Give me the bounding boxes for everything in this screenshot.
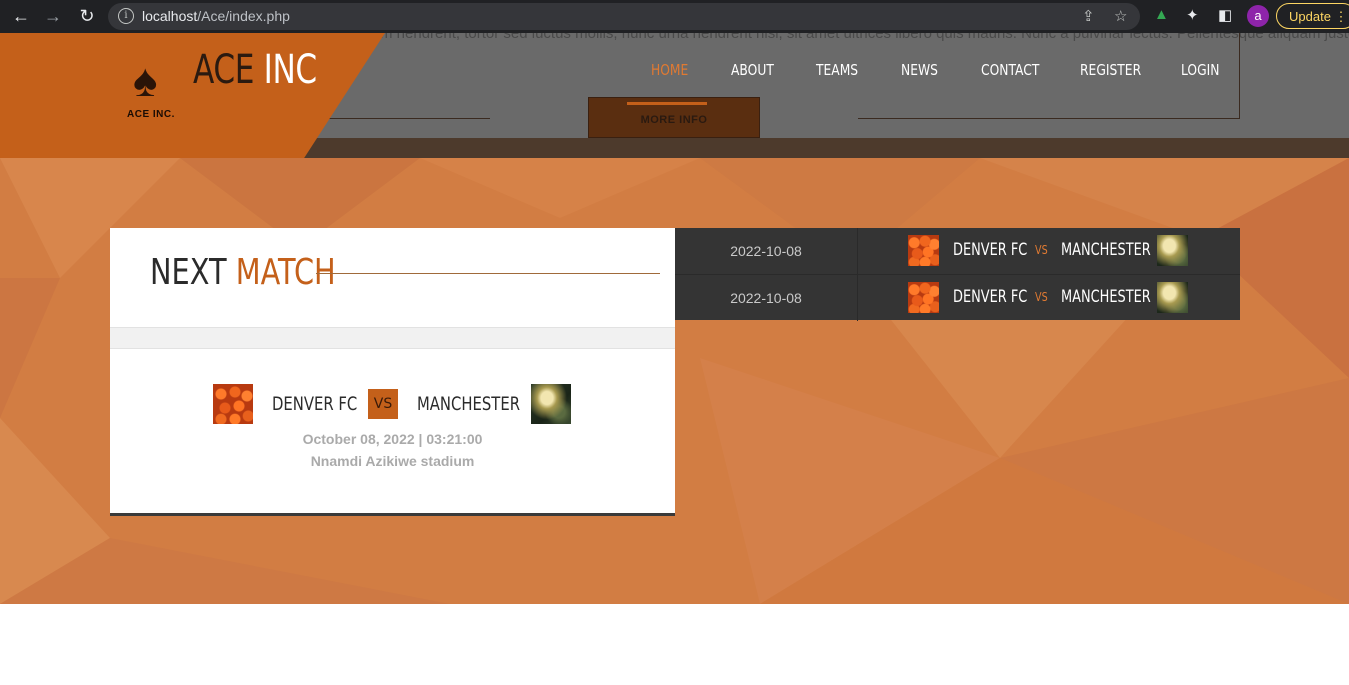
away-team-name: MANCHESTER <box>417 393 520 415</box>
match-section: NEXT MATCH DENVER FC VS MANCHESTER Octob… <box>0 158 1349 604</box>
home-team-logo <box>908 235 939 266</box>
nav-contact[interactable]: CONTACT <box>981 61 1039 79</box>
next-match-title: NEXT MATCH <box>150 252 336 293</box>
vs-label: VS <box>1035 290 1048 304</box>
result-date: 2022-10-08 <box>675 228 858 274</box>
url-text: localhost/Ace/index.php <box>142 8 290 24</box>
site-info-icon[interactable]: i <box>118 8 134 24</box>
home-team-name: DENVER FC <box>953 240 1028 260</box>
nav-home[interactable]: HOME <box>651 61 688 79</box>
away-team-logo <box>531 384 571 424</box>
forward-icon[interactable]: → <box>42 5 64 27</box>
results-table: 2022-10-08 DENVER FC VS MANCHESTER 2022-… <box>675 228 1240 321</box>
back-icon[interactable]: ← <box>10 5 32 27</box>
home-team-logo <box>213 384 253 424</box>
nav-login[interactable]: LOGIN <box>1181 61 1219 79</box>
share-icon[interactable]: ⇪ <box>1082 7 1095 25</box>
title-divider <box>316 273 660 274</box>
drive-extension-icon[interactable]: ▲ <box>1154 6 1169 23</box>
site-logo[interactable]: ♠ ACE INC. <box>127 55 185 125</box>
result-date: 2022-10-08 <box>675 275 858 321</box>
address-bar[interactable]: i localhost/Ace/index.php ⇪ ☆ <box>108 3 1140 30</box>
profile-avatar[interactable]: a <box>1247 5 1269 27</box>
spade-logo-icon: ♠ <box>133 54 158 106</box>
home-team-name: DENVER FC <box>953 287 1028 307</box>
result-row[interactable]: 2022-10-08 DENVER FC VS MANCHESTER <box>675 274 1240 321</box>
logo-caption: ACE INC. <box>127 109 175 120</box>
more-info-button[interactable]: MORE INFO <box>588 97 760 138</box>
nav-register[interactable]: REGISTER <box>1080 61 1141 79</box>
nav-teams[interactable]: TEAMS <box>816 61 858 79</box>
vs-label: VS <box>1035 243 1048 257</box>
reload-icon[interactable]: ↻ <box>76 5 98 27</box>
hero-divider-right <box>858 118 1240 119</box>
result-row[interactable]: 2022-10-08 DENVER FC VS MANCHESTER <box>675 228 1240 274</box>
update-button[interactable]: Update ⋮ <box>1276 3 1349 29</box>
brand-title[interactable]: ACE INC <box>193 47 317 93</box>
away-team-name: MANCHESTER <box>1061 240 1151 260</box>
home-team-logo <box>908 282 939 313</box>
site-header: ...ipsum hendrerit, tortor sed luctus mo… <box>0 33 1349 158</box>
browser-toolbar: ← → ↻ i localhost/Ace/index.php ⇪ ☆ ▲ ✦ … <box>0 0 1349 33</box>
button-accent-line <box>627 102 707 105</box>
nav-about[interactable]: ABOUT <box>731 61 774 79</box>
away-team-name: MANCHESTER <box>1061 287 1151 307</box>
vs-badge: VS <box>368 389 398 419</box>
away-team-logo <box>1157 235 1188 266</box>
extensions-puzzle-icon[interactable]: ✦ <box>1186 6 1199 24</box>
bookmark-star-icon[interactable]: ☆ <box>1114 7 1127 25</box>
match-venue: Nnamdi Azikiwe stadium <box>310 453 475 469</box>
away-team-logo <box>1157 282 1188 313</box>
home-team-name: DENVER FC <box>272 393 358 415</box>
next-match-card: NEXT MATCH DENVER FC VS MANCHESTER Octob… <box>110 228 675 516</box>
card-divider <box>110 327 675 349</box>
nav-news[interactable]: NEWS <box>901 61 938 79</box>
side-panel-icon[interactable]: ◧ <box>1218 6 1232 24</box>
match-datetime: October 08, 2022 | 03:21:00 <box>302 431 483 447</box>
